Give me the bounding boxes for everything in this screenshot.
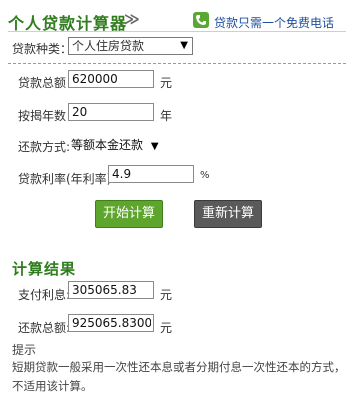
loan-amount-unit: 元 xyxy=(160,76,173,90)
hint-title: 提示 xyxy=(12,343,37,357)
interest-paid-label: 支付利息: xyxy=(18,288,71,302)
interest-rate-input[interactable] xyxy=(108,165,194,183)
total-repay-output[interactable] xyxy=(68,314,154,332)
reset-button[interactable]: 重新计算 xyxy=(194,200,262,228)
results-title: 计算结果 xyxy=(12,260,77,278)
dropdown-arrow-icon: ▼ xyxy=(180,40,188,51)
double-chevron-icon: ≫ xyxy=(124,10,140,28)
interest-paid-output[interactable] xyxy=(68,281,154,299)
repay-method-select[interactable]: 等额本金还款 ▼ xyxy=(71,136,159,153)
phone-icon xyxy=(193,12,209,28)
hint-text: 短期贷款一般采用一次性还本息或者分期付息一次性还本的方式，不适用该计算。 xyxy=(12,360,346,393)
loan-type-select[interactable]: 个人住房贷款 ▼ xyxy=(68,37,193,55)
loan-years-unit: 年 xyxy=(160,109,173,123)
loan-amount-input[interactable] xyxy=(68,70,154,88)
loan-years-input[interactable] xyxy=(68,103,154,121)
interest-rate-unit: % xyxy=(200,170,210,181)
header-divider xyxy=(8,31,346,32)
dropdown-arrow-icon: ▼ xyxy=(150,141,159,152)
interest-rate-label: 贷款利率(年利率): xyxy=(18,172,116,186)
repay-method-value: 等额本金还款 xyxy=(71,138,144,152)
repay-method-label: 还款方式: xyxy=(18,140,71,154)
total-repay-unit: 元 xyxy=(160,321,173,335)
loan-type-label: 贷款种类： xyxy=(12,42,73,56)
form-divider xyxy=(8,63,346,64)
start-calc-button[interactable]: 开始计算 xyxy=(95,200,163,228)
loan-type-value: 个人住房贷款 xyxy=(72,39,145,53)
hotline-link[interactable]: 贷款只需一个免费电话 xyxy=(214,14,334,31)
total-repay-label: 还款总额: xyxy=(18,321,71,335)
loan-years-label: 按揭年数 xyxy=(18,109,67,123)
interest-paid-unit: 元 xyxy=(160,288,173,302)
loan-amount-label: 贷款总额 xyxy=(18,76,67,90)
